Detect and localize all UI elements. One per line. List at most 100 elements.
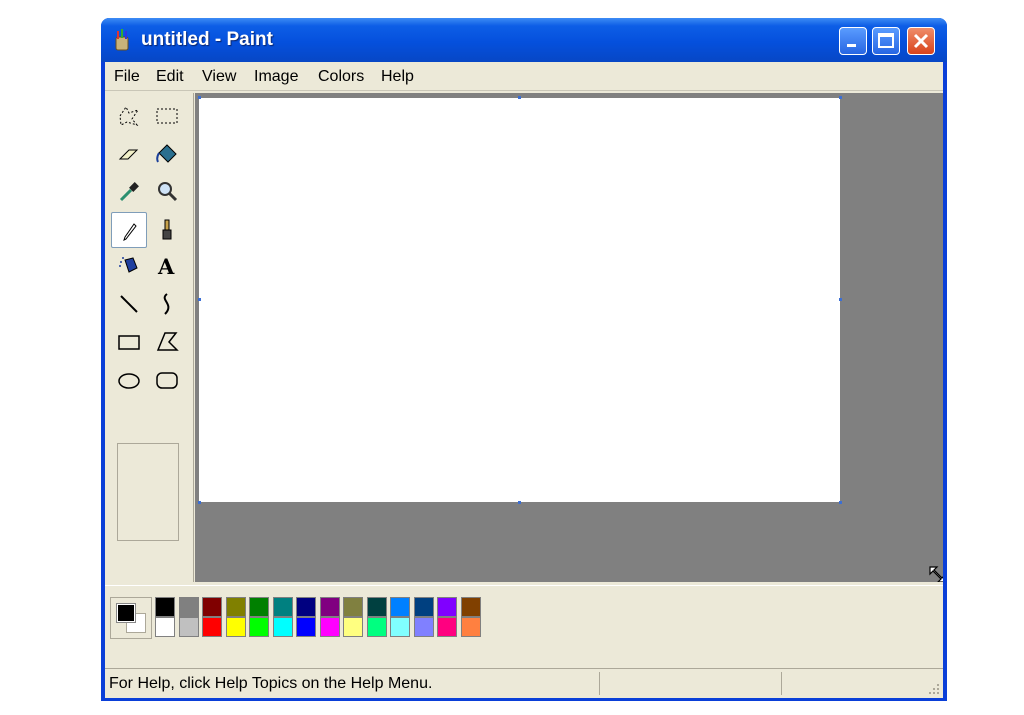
maximize-icon bbox=[878, 33, 894, 48]
rounded-rectangle-icon bbox=[156, 372, 178, 389]
palette-swatch[interactable] bbox=[390, 597, 410, 617]
current-colors[interactable] bbox=[110, 597, 152, 639]
status-text: For Help, click Help Topics on the Help … bbox=[109, 675, 433, 692]
pencil-icon bbox=[123, 223, 137, 241]
maximize-button[interactable] bbox=[872, 27, 900, 55]
tool-pick-color[interactable] bbox=[111, 174, 147, 210]
color-box bbox=[105, 585, 943, 650]
status-bar: For Help, click Help Topics on the Help … bbox=[105, 668, 943, 698]
tool-text[interactable]: A bbox=[149, 248, 185, 284]
palette-swatch[interactable] bbox=[249, 597, 269, 617]
tool-options-box[interactable] bbox=[117, 443, 179, 541]
palette-swatch[interactable] bbox=[413, 617, 434, 637]
title-bar[interactable]: untitled - Paint bbox=[101, 18, 947, 62]
palette-swatch[interactable] bbox=[155, 617, 175, 637]
canvas-handle-top bbox=[518, 96, 521, 99]
tool-line[interactable] bbox=[111, 286, 147, 322]
rectangle-icon bbox=[118, 335, 140, 350]
text-tool-glyph: A bbox=[157, 254, 175, 278]
menu-colors[interactable]: Colors bbox=[318, 68, 364, 86]
airbrush-icon bbox=[119, 257, 138, 273]
foreground-color[interactable] bbox=[116, 603, 136, 623]
line-icon bbox=[120, 295, 138, 313]
drawing-workspace[interactable] bbox=[195, 93, 943, 582]
diagonal-resize-cursor-icon bbox=[929, 566, 943, 582]
canvas-handle-right[interactable] bbox=[839, 298, 842, 301]
palette-swatch[interactable] bbox=[296, 597, 316, 617]
palette-swatch[interactable] bbox=[366, 617, 387, 637]
menu-bar: File Edit View Image Colors Help bbox=[105, 62, 943, 91]
palette-swatch[interactable] bbox=[366, 597, 387, 617]
tool-rounded-rectangle[interactable] bbox=[149, 362, 185, 398]
canvas-handle-top-right bbox=[839, 96, 842, 99]
tool-select[interactable] bbox=[149, 98, 185, 134]
tool-free-form-select[interactable] bbox=[111, 98, 147, 134]
tool-pencil[interactable] bbox=[111, 212, 147, 248]
canvas-handle-left bbox=[198, 298, 201, 301]
palette-swatch[interactable] bbox=[296, 617, 316, 637]
ellipse-icon bbox=[118, 373, 140, 389]
brush-icon bbox=[162, 219, 172, 240]
paint-bucket-icon bbox=[156, 144, 177, 163]
close-icon bbox=[913, 33, 929, 49]
palette-swatch[interactable] bbox=[202, 617, 222, 637]
close-button[interactable] bbox=[907, 27, 935, 55]
palette-swatch[interactable] bbox=[225, 617, 246, 637]
eraser-icon bbox=[118, 149, 139, 160]
paint-window: untitled - Paint File Edit View Image Co bbox=[101, 18, 947, 701]
paint-app-icon[interactable] bbox=[113, 29, 131, 51]
tool-brush[interactable] bbox=[149, 212, 185, 248]
palette-swatch[interactable] bbox=[390, 617, 410, 637]
palette-swatch[interactable] bbox=[178, 597, 199, 617]
palette-swatch[interactable] bbox=[343, 617, 363, 637]
tool-airbrush[interactable] bbox=[111, 248, 147, 284]
status-pane-position bbox=[599, 672, 600, 695]
canvas-handle-top-left bbox=[198, 96, 201, 99]
palette-swatch[interactable] bbox=[437, 617, 457, 637]
menu-image[interactable]: Image bbox=[254, 68, 298, 86]
palette-swatch[interactable] bbox=[319, 617, 340, 637]
menu-file[interactable]: File bbox=[114, 68, 140, 86]
palette-swatch[interactable] bbox=[225, 597, 246, 617]
palette-swatch[interactable] bbox=[249, 617, 269, 637]
canvas-handle-bottom-left bbox=[198, 501, 201, 504]
window-title: untitled - Paint bbox=[141, 29, 273, 50]
canvas-handle-bottom-right[interactable] bbox=[839, 501, 842, 504]
polygon-icon bbox=[156, 332, 179, 351]
curve-icon bbox=[163, 293, 170, 315]
minimize-button[interactable] bbox=[839, 27, 867, 55]
resize-grip-icon[interactable] bbox=[927, 682, 941, 696]
palette-swatch[interactable] bbox=[437, 597, 457, 617]
menu-help[interactable]: Help bbox=[381, 68, 414, 86]
palette-swatch[interactable] bbox=[343, 597, 363, 617]
palette-swatch[interactable] bbox=[178, 617, 199, 637]
canvas-handle-bottom[interactable] bbox=[518, 501, 521, 504]
rect-select-icon bbox=[156, 108, 178, 124]
menu-edit[interactable]: Edit bbox=[156, 68, 184, 86]
toolbox: A bbox=[105, 93, 194, 582]
tool-ellipse[interactable] bbox=[111, 362, 147, 398]
tool-eraser[interactable] bbox=[111, 136, 147, 172]
palette-swatch[interactable] bbox=[155, 597, 175, 617]
tool-polygon[interactable] bbox=[149, 324, 185, 360]
minimize-icon bbox=[847, 44, 856, 47]
text-icon: A bbox=[157, 254, 175, 278]
tool-fill-with-color[interactable] bbox=[149, 136, 185, 172]
eyedropper-icon bbox=[119, 182, 139, 202]
tool-curve[interactable] bbox=[149, 286, 185, 322]
palette-swatch[interactable] bbox=[202, 597, 222, 617]
palette-swatch[interactable] bbox=[460, 597, 481, 617]
drawing-canvas[interactable] bbox=[199, 98, 840, 502]
palette-swatch[interactable] bbox=[272, 597, 293, 617]
menu-view[interactable]: View bbox=[202, 68, 236, 86]
palette-swatch[interactable] bbox=[319, 597, 340, 617]
tool-rectangle[interactable] bbox=[111, 324, 147, 360]
client-area: File Edit View Image Colors Help A For H… bbox=[105, 62, 943, 698]
palette-swatch[interactable] bbox=[272, 617, 293, 637]
palette-swatch[interactable] bbox=[413, 597, 434, 617]
palette-swatch[interactable] bbox=[460, 617, 481, 637]
status-pane-size bbox=[781, 672, 782, 695]
tool-magnifier[interactable] bbox=[149, 174, 185, 210]
free-form-select-icon bbox=[119, 106, 140, 126]
magnifier-icon bbox=[158, 182, 178, 202]
